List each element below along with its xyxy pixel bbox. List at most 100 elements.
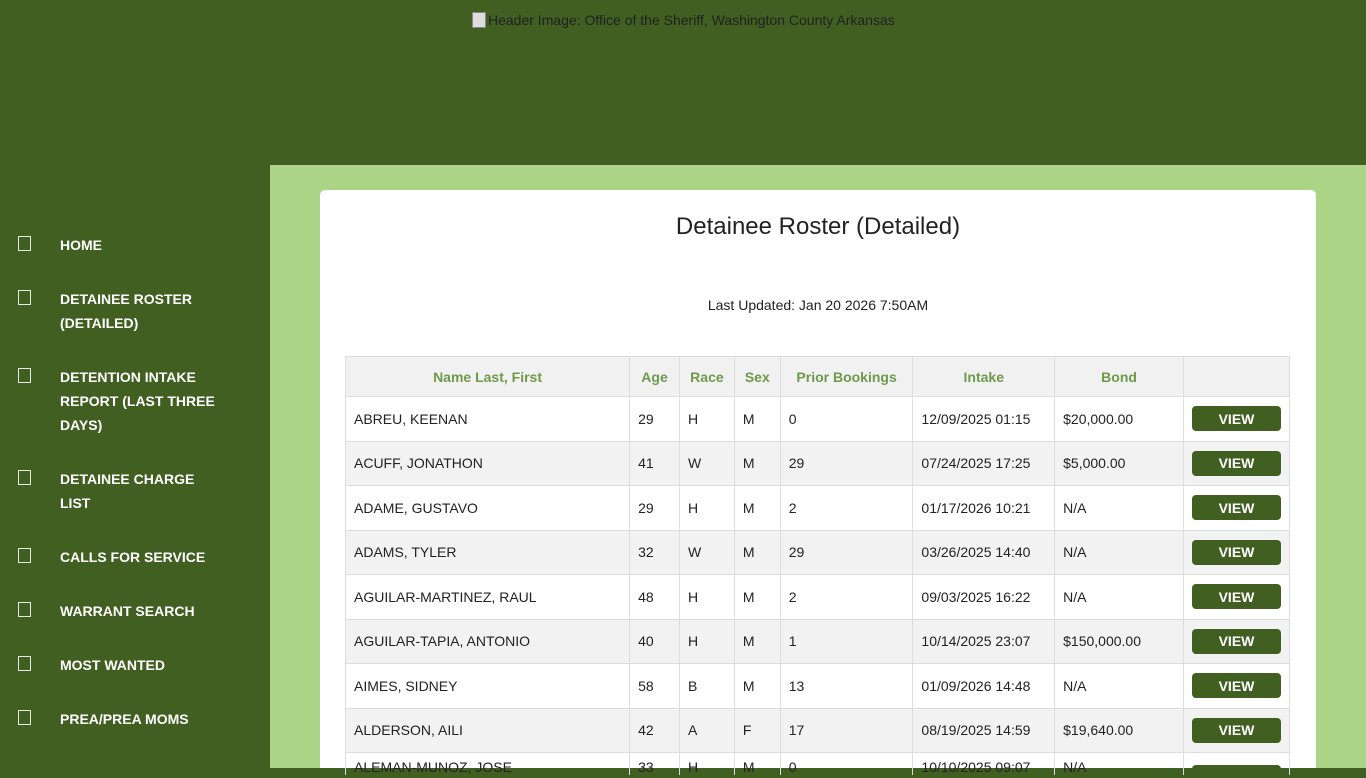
age-cell: 32 — [629, 529, 680, 575]
bond-cell: $5,000.00 — [1054, 440, 1184, 486]
detainee-name-cell: AGUILAR-MARTINEZ, RAUL — [344, 574, 631, 620]
sidebar-item-most-wanted[interactable]: MOST WANTED — [0, 653, 270, 685]
intake-date-cell: 10/14/2025 23:07 — [912, 618, 1056, 664]
sidebar-item-detention-intake-report-last-three-days[interactable]: DETENTION INTAKE REPORT (LAST THREE DAYS… — [0, 365, 270, 445]
view-button[interactable]: VIEW — [1191, 717, 1281, 743]
sidebar-nav: HOME DETAINEE ROSTER (DETAILED) DETENTION … — [0, 165, 270, 768]
sidebar-item-detainee-charge-list[interactable]: DETAINEE CHARGE LIST — [0, 467, 270, 523]
nav-bullet-icon — [18, 548, 31, 563]
nav-bullet-icon — [18, 470, 31, 485]
prior-bookings-cell: 2 — [779, 574, 914, 620]
detainee-name-cell: ADAME, GUSTAVO — [344, 485, 631, 531]
age-cell: 33 — [629, 752, 680, 775]
sex-cell: M — [733, 440, 781, 486]
roster-card: Detainee Roster (Detailed) Last Updated:… — [320, 190, 1316, 775]
race-cell: H — [678, 574, 735, 620]
view-button[interactable]: VIEW — [1191, 495, 1281, 521]
intake-date-cell: 07/24/2025 17:25 — [912, 440, 1056, 486]
race-cell: A — [678, 707, 735, 753]
race-cell: H — [678, 396, 735, 442]
sex-cell: F — [733, 707, 781, 753]
detainee-name-cell: ACUFF, JONATHON — [344, 440, 631, 486]
race-cell: H — [678, 618, 735, 664]
table-row: AGUILAR-MARTINEZ, RAUL 48 H M 2 09/03/2025 16… — [344, 574, 1291, 620]
bond-cell: $150,000.00 — [1054, 618, 1184, 664]
intake-date-cell: 09/03/2025 16:22 — [912, 574, 1056, 620]
age-cell: 29 — [629, 485, 680, 531]
bond-cell: $19,640.00 — [1054, 707, 1184, 753]
sidebar-item-detainee-roster-detailed[interactable]: DETAINEE ROSTER (DETAILED) — [0, 287, 270, 343]
site-header: Header Image: Office of the Sheriff, Was… — [0, 0, 1366, 165]
view-button[interactable]: VIEW — [1191, 765, 1281, 775]
sex-cell: M — [733, 529, 781, 575]
column-header: Sex — [733, 356, 781, 397]
age-cell: 58 — [629, 663, 680, 709]
bond-cell: N/A — [1054, 663, 1184, 709]
sex-cell: M — [733, 485, 781, 531]
detainee-name-cell: ADAMS, TYLER — [344, 529, 631, 575]
view-button[interactable]: VIEW — [1191, 628, 1281, 654]
column-header: Intake — [912, 356, 1056, 397]
intake-date-cell: 01/17/2026 10:21 — [912, 485, 1056, 531]
bond-cell: N/A — [1054, 485, 1184, 531]
view-button[interactable]: VIEW — [1191, 539, 1281, 565]
sidebar-item-prea-prea-moms[interactable]: PREA/PREA MOMS — [0, 707, 270, 739]
action-cell: VIEW — [1182, 574, 1291, 620]
sex-cell: M — [733, 618, 781, 664]
intake-date-cell: 12/09/2025 01:15 — [912, 396, 1056, 442]
column-header — [1182, 356, 1291, 397]
table-row: ALEMAN-MUNOZ, JOSE 33 H M 0 10/10/2025 09:07 N… — [344, 752, 1291, 775]
intake-date-cell: 10/10/2025 09:07 — [912, 752, 1056, 775]
sidebar-item-home[interactable]: HOME — [0, 233, 270, 265]
action-cell: VIEW — [1182, 663, 1291, 709]
view-button[interactable]: VIEW — [1191, 673, 1281, 699]
sidebar-item-label: WARRANT SEARCH — [60, 603, 195, 619]
nav-bullet-icon — [18, 290, 31, 305]
intake-date-cell: 08/19/2025 14:59 — [912, 707, 1056, 753]
detainee-name-cell: ABREU, KEENAN — [344, 396, 631, 442]
nav-bullet-icon — [18, 368, 31, 383]
age-cell: 41 — [629, 440, 680, 486]
sidebar-item-label: DETAINEE CHARGE LIST — [60, 471, 195, 511]
age-cell: 29 — [629, 396, 680, 442]
column-header: Name Last, First — [344, 356, 631, 397]
view-button[interactable]: VIEW — [1191, 450, 1281, 476]
action-cell: VIEW — [1182, 618, 1291, 664]
age-cell: 48 — [629, 574, 680, 620]
sidebar-item-calls-for-service[interactable]: CALLS FOR SERVICE — [0, 545, 270, 577]
detainee-name-cell: ALDERSON, AILI — [344, 707, 631, 753]
nav-bullet-icon — [18, 656, 31, 671]
detainee-name-cell: ALEMAN-MUNOZ, JOSE — [344, 752, 631, 775]
table-row: AGUILAR-TAPIA, ANTONIO 40 H M 1 10/14/2025 23… — [344, 618, 1291, 664]
header-image-alt: Header Image: Office of the Sheriff, Was… — [488, 12, 895, 28]
sidebar-item-label: DETENTION INTAKE REPORT (LAST THREE DAYS… — [60, 369, 215, 433]
bond-cell: $20,000.00 — [1054, 396, 1184, 442]
intake-date-cell: 03/26/2025 14:40 — [912, 529, 1056, 575]
sidebar-item-label: DETAINEE ROSTER (DETAILED) — [60, 291, 192, 331]
sex-cell: M — [733, 752, 781, 775]
sidebar-item-warrant-search[interactable]: WARRANT SEARCH — [0, 599, 270, 631]
table-header-row: Name Last, First Age Race Sex Prior Bookings… — [344, 356, 1291, 397]
prior-bookings-cell: 17 — [779, 707, 914, 753]
table-row: ADAMS, TYLER 32 W M 29 03/26/2025 14:40 N/A VIE… — [344, 529, 1291, 575]
view-button[interactable]: VIEW — [1191, 584, 1281, 610]
table-row: ALDERSON, AILI 42 A F 17 08/19/2025 14:59 $19,… — [344, 707, 1291, 753]
prior-bookings-cell: 29 — [779, 529, 914, 575]
prior-bookings-cell: 1 — [779, 618, 914, 664]
view-button[interactable]: VIEW — [1191, 406, 1281, 432]
last-updated: Last Updated: Jan 20 2026 7:50AM — [707, 297, 929, 313]
bond-cell: N/A — [1054, 574, 1184, 620]
prior-bookings-cell: 0 — [779, 396, 914, 442]
main-content: Detainee Roster (Detailed) Last Updated:… — [270, 165, 1366, 775]
action-cell: VIEW — [1182, 707, 1291, 753]
detainee-name-cell: AIMES, SIDNEY — [344, 663, 631, 709]
roster-table: Name Last, First Age Race Sex Prior Bookings… — [344, 356, 1291, 775]
sidebar-item-label: MOST WANTED — [60, 657, 165, 673]
race-cell: H — [678, 485, 735, 531]
intake-date-cell: 01/09/2026 14:48 — [912, 663, 1056, 709]
bond-cell: N/A — [1054, 529, 1184, 575]
sex-cell: M — [733, 574, 781, 620]
table-row: ADAME, GUSTAVO 29 H M 2 01/17/2026 10:21 N/A VI… — [344, 485, 1291, 531]
prior-bookings-cell: 13 — [779, 663, 914, 709]
nav-bullet-icon — [18, 710, 31, 725]
